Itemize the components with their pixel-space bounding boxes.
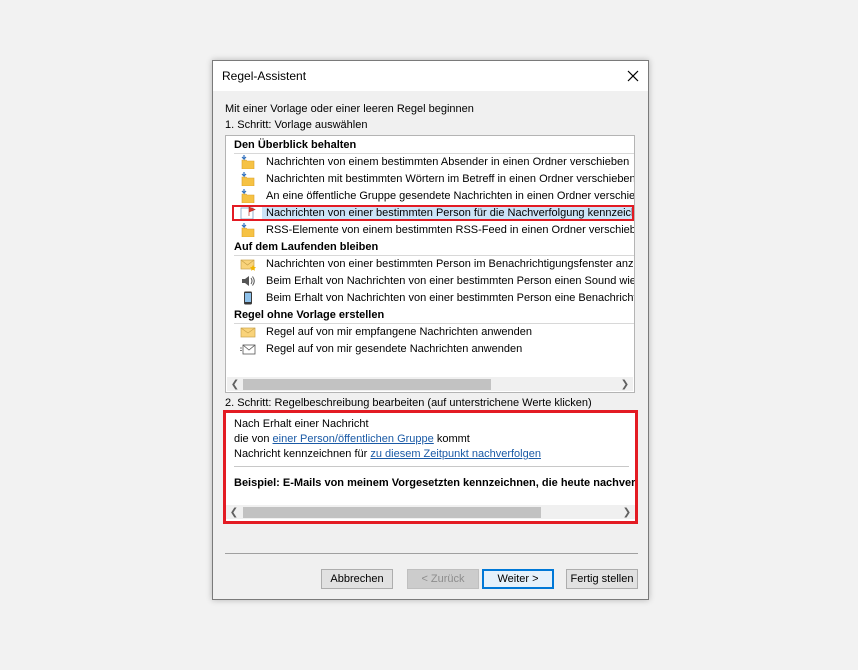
- rules-wizard-dialog: Regel-Assistent Mit einer Vorlage oder e…: [212, 60, 649, 600]
- finish-button[interactable]: Fertig stellen: [566, 569, 638, 589]
- envelope-star-icon: [240, 257, 256, 271]
- close-icon: [627, 70, 639, 82]
- example-text: Beispiel: E-Mails von meinem Vorgesetzte…: [234, 477, 636, 489]
- list-item[interactable]: RSS-Elemente von einem bestimmten RSS-Fe…: [226, 222, 634, 238]
- description-text: Nachricht kennzeichnen für: [234, 448, 371, 460]
- list-item-label: Regel auf von mir gesendete Nachrichten …: [266, 343, 523, 355]
- list-item[interactable]: Nachrichten mit bestimmten Wörtern im Be…: [226, 171, 634, 187]
- description-divider: [234, 466, 629, 467]
- list-item-label: An eine öffentliche Gruppe gesendete Nac…: [266, 190, 635, 202]
- group-title: Den Überblick behalten: [234, 139, 357, 151]
- dialog-title: Regel-Assistent: [222, 69, 307, 83]
- list-item[interactable]: Nachrichten von einem bestimmten Absende…: [226, 154, 634, 170]
- horizontal-scrollbar[interactable]: ❮ ❯: [227, 377, 633, 391]
- step2-label: 2. Schritt: Regelbeschreibung bearbeiten…: [225, 397, 592, 409]
- button-separator: [225, 553, 638, 554]
- description-text: die von: [234, 433, 273, 445]
- move-to-folder-icon: [240, 189, 256, 204]
- list-item[interactable]: Beim Erhalt von Nachrichten von einer be…: [226, 290, 634, 306]
- list-item-label: Beim Erhalt von Nachrichten von einer be…: [266, 292, 634, 304]
- scroll-right-icon[interactable]: ❯: [619, 505, 635, 519]
- rule-description-box: Nach Erhalt einer Nachricht die von eine…: [223, 410, 638, 524]
- list-item-label: Regel auf von mir empfangene Nachrichten…: [266, 326, 532, 338]
- move-to-folder-icon: [240, 223, 256, 238]
- list-item-label: Nachrichten mit bestimmten Wörtern im Be…: [266, 173, 635, 185]
- intro-text: Mit einer Vorlage oder einer leeren Rege…: [225, 103, 474, 115]
- move-to-folder-icon: [240, 172, 256, 187]
- description-line-2: die von einer Person/öffentlichen Gruppe…: [234, 433, 470, 445]
- description-text: kommt: [433, 433, 470, 445]
- envelope-icon: [240, 325, 256, 339]
- list-item[interactable]: An eine öffentliche Gruppe gesendete Nac…: [226, 188, 634, 204]
- scroll-left-icon[interactable]: ❮: [227, 377, 243, 391]
- list-item-label: RSS-Elemente von einem bestimmten RSS-Fe…: [266, 224, 635, 236]
- step1-label: 1. Schritt: Vorlage auswählen: [225, 119, 368, 131]
- list-item-label: Beim Erhalt von Nachrichten von einer be…: [266, 275, 634, 287]
- description-line-1: Nach Erhalt einer Nachricht: [234, 418, 369, 430]
- highlight-frame: [232, 205, 634, 221]
- list-item[interactable]: Beim Erhalt von Nachrichten von einer be…: [226, 273, 634, 289]
- next-button[interactable]: Weiter >: [482, 569, 554, 589]
- title-bar: Regel-Assistent: [213, 61, 648, 91]
- move-to-folder-icon: [240, 155, 256, 170]
- list-item-selected[interactable]: Nachrichten von einer bestimmten Person …: [226, 205, 634, 221]
- scroll-thumb[interactable]: [243, 379, 491, 390]
- group-title: Regel ohne Vorlage erstellen: [234, 309, 385, 321]
- scroll-left-icon[interactable]: ❮: [226, 505, 242, 519]
- list-item[interactable]: Regel auf von mir empfangene Nachrichten…: [226, 324, 634, 340]
- description-line-3: Nachricht kennzeichnen für zu diesem Zei…: [234, 448, 541, 460]
- list-item-label: Nachrichten von einer bestimmten Person …: [266, 258, 635, 270]
- list-item-label: Nachrichten von einem bestimmten Absende…: [266, 156, 630, 168]
- horizontal-scrollbar[interactable]: ❮ ❯: [226, 505, 635, 519]
- person-group-link[interactable]: einer Person/öffentlichen Gruppe: [273, 433, 434, 445]
- template-list[interactable]: Den Überblick behalten Nachrichten von e…: [225, 135, 635, 393]
- speaker-icon: [240, 274, 256, 288]
- scroll-thumb[interactable]: [243, 507, 541, 518]
- close-button[interactable]: [618, 61, 648, 91]
- back-button[interactable]: < Zurück: [407, 569, 479, 589]
- list-item[interactable]: Regel auf von mir gesendete Nachrichten …: [226, 341, 634, 357]
- mobile-phone-icon: [240, 291, 256, 305]
- scroll-right-icon[interactable]: ❯: [617, 377, 633, 391]
- sent-envelope-icon: [240, 342, 256, 356]
- list-item[interactable]: Nachrichten von einer bestimmten Person …: [226, 256, 634, 272]
- cancel-button[interactable]: Abbrechen: [321, 569, 393, 589]
- followup-time-link[interactable]: zu diesem Zeitpunkt nachverfolgen: [370, 448, 541, 460]
- group-title: Auf dem Laufenden bleiben: [234, 241, 379, 253]
